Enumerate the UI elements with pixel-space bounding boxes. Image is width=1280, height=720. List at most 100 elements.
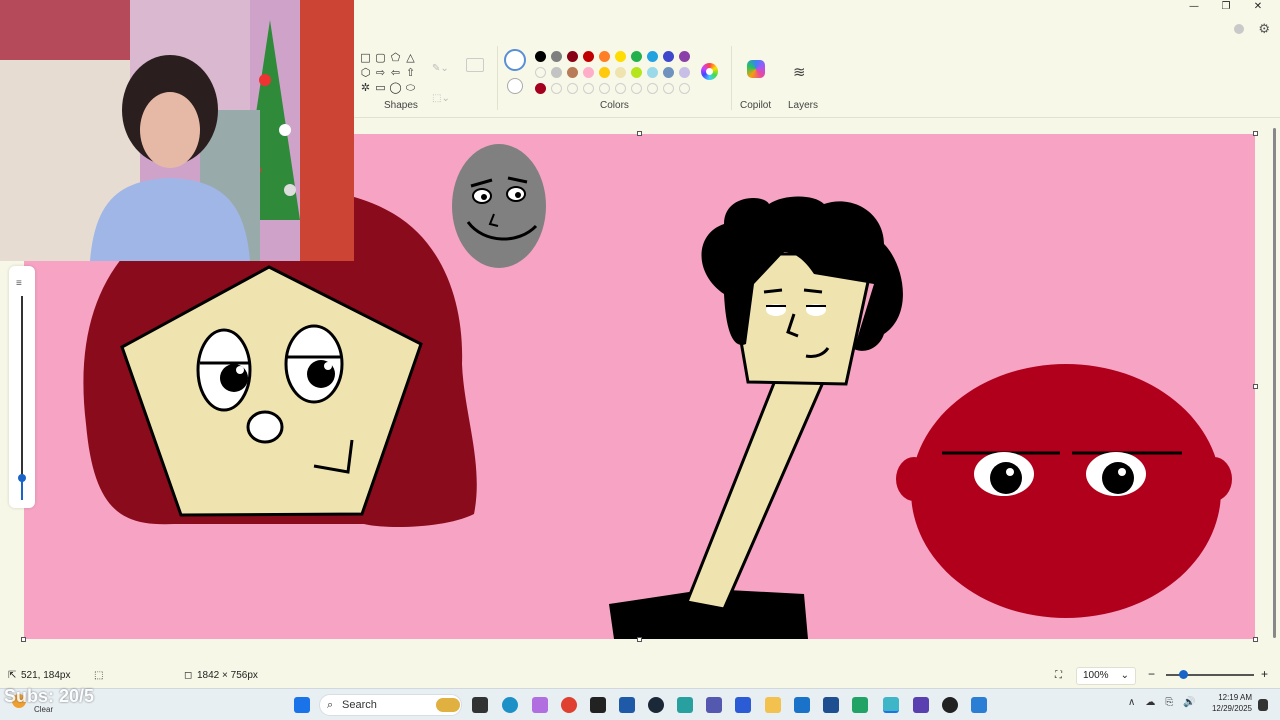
tray-icon[interactable]: ∧	[1128, 697, 1135, 708]
color-swatch[interactable]	[551, 51, 562, 62]
chrome-icon[interactable]	[561, 697, 577, 713]
copilot-icon[interactable]	[747, 60, 765, 78]
custom-color-slot[interactable]	[679, 83, 690, 94]
color-swatch[interactable]	[663, 51, 674, 62]
color-swatch[interactable]	[599, 51, 610, 62]
shape-option-icon[interactable]: □	[358, 50, 373, 65]
layers-icon[interactable]: ≋	[793, 63, 806, 81]
zoom-dropdown[interactable]: 100% ⌄	[1076, 667, 1136, 685]
shape-option-icon[interactable]: △	[403, 50, 418, 65]
custom-color-slot[interactable]	[631, 83, 642, 94]
tray-icon[interactable]: ⎘	[1165, 697, 1173, 708]
shape-outline-icon[interactable]: ✎⌄ ⬚⌄	[432, 54, 450, 114]
shape-option-icon[interactable]: ⇧	[403, 65, 418, 80]
excel-icon[interactable]	[852, 697, 868, 713]
color-swatch[interactable]	[551, 67, 562, 78]
shape-option-icon[interactable]: ✲	[358, 80, 373, 95]
secondary-color-swatch[interactable]	[507, 78, 523, 94]
color-swatch[interactable]	[615, 51, 626, 62]
resize-handle-top[interactable]	[637, 131, 642, 136]
mail-icon[interactable]	[794, 697, 810, 713]
resize-handle-bottom[interactable]	[637, 637, 642, 642]
shape-fill-icon[interactable]	[466, 58, 484, 72]
close-button[interactable]: ✕	[1242, 0, 1274, 14]
cursor-position: 521, 184px	[21, 670, 71, 681]
search-highlight-icon[interactable]	[436, 698, 460, 712]
shape-option-icon[interactable]: ▭	[373, 80, 388, 95]
vertical-scrollbar[interactable]	[1272, 118, 1278, 648]
color-swatch[interactable]	[615, 67, 626, 78]
color-swatch[interactable]	[535, 83, 546, 94]
custom-color-slot[interactable]	[551, 83, 562, 94]
task-view-icon[interactable]	[472, 697, 488, 713]
color-swatch[interactable]	[647, 67, 658, 78]
shape-option-icon[interactable]: ▢	[373, 50, 388, 65]
custom-color-slot[interactable]	[663, 83, 674, 94]
copilot-taskbar-icon[interactable]	[532, 697, 548, 713]
zoom-in-icon[interactable]: +	[1261, 667, 1268, 681]
custom-color-slot[interactable]	[615, 83, 626, 94]
fit-to-window-icon[interactable]: ⛶	[1055, 670, 1062, 681]
search-placeholder: Search	[342, 699, 377, 711]
tray-icon[interactable]: ☁	[1145, 697, 1155, 708]
settings-icon[interactable]: ⚙	[1258, 22, 1270, 37]
color-swatch[interactable]	[535, 51, 546, 62]
shape-option-icon[interactable]: ⬡	[358, 65, 373, 80]
resize-handle-top-right[interactable]	[1253, 131, 1258, 136]
zoom-out-icon[interactable]: −	[1148, 667, 1155, 681]
color-swatch[interactable]	[567, 51, 578, 62]
clock[interactable]: 12:19 AM 12/29/2025	[1208, 692, 1252, 714]
shape-option-icon[interactable]: ⬭	[403, 80, 418, 95]
primary-color-swatch[interactable]	[504, 49, 526, 71]
app-icon[interactable]	[619, 697, 635, 713]
resize-handle-right[interactable]	[1253, 384, 1258, 389]
color-swatch[interactable]	[647, 51, 658, 62]
shape-option-icon[interactable]: ◯	[388, 80, 403, 95]
layers-label: Layers	[788, 100, 819, 111]
restore-button[interactable]: ❐	[1210, 0, 1242, 14]
shape-option-icon[interactable]: ⬠	[388, 50, 403, 65]
account-avatar[interactable]	[1234, 24, 1244, 34]
shape-option-icon[interactable]: ⇦	[388, 65, 403, 80]
app-icon[interactable]	[913, 697, 929, 713]
minimize-button[interactable]: —	[1178, 0, 1210, 14]
app-icon[interactable]	[735, 697, 751, 713]
tray-icon[interactable]: 🔊	[1183, 697, 1195, 708]
color-swatch[interactable]	[631, 67, 642, 78]
resize-handle-bottom-left[interactable]	[21, 637, 26, 642]
steam-icon[interactable]	[648, 697, 664, 713]
color-swatch[interactable]	[583, 67, 594, 78]
custom-color-slot[interactable]	[647, 83, 658, 94]
custom-color-slot[interactable]	[535, 67, 546, 78]
brush-size-slider[interactable]: ≡	[9, 266, 35, 508]
epic-games-icon[interactable]	[590, 697, 606, 713]
color-swatch[interactable]	[663, 67, 674, 78]
edit-colors-icon[interactable]	[701, 63, 718, 80]
shape-option-icon[interactable]: ⇨	[373, 65, 388, 80]
color-swatch[interactable]	[679, 51, 690, 62]
zoom-slider-knob[interactable]	[1178, 670, 1188, 679]
file-explorer-icon[interactable]	[765, 697, 781, 713]
color-swatch[interactable]	[567, 67, 578, 78]
right-eye-shine	[324, 362, 332, 370]
app-icon[interactable]	[677, 697, 693, 713]
color-swatch[interactable]	[679, 67, 690, 78]
custom-color-slot[interactable]	[567, 83, 578, 94]
store-icon[interactable]	[823, 697, 839, 713]
app-icon[interactable]	[971, 697, 987, 713]
slider-knob[interactable]	[18, 474, 26, 482]
start-icon[interactable]	[294, 697, 310, 713]
paint-icon[interactable]	[883, 697, 899, 713]
color-swatch[interactable]	[583, 51, 594, 62]
custom-color-slot[interactable]	[599, 83, 610, 94]
edge-icon[interactable]	[502, 697, 518, 713]
custom-color-slot[interactable]	[583, 83, 594, 94]
notification-icon[interactable]	[1258, 699, 1268, 711]
teams-icon[interactable]	[706, 697, 722, 713]
obs-icon[interactable]	[942, 697, 958, 713]
color-swatch[interactable]	[631, 51, 642, 62]
scrollbar-thumb[interactable]	[1273, 128, 1276, 638]
webcam-overlay	[0, 0, 354, 261]
resize-handle-bottom-right[interactable]	[1253, 637, 1258, 642]
color-swatch[interactable]	[599, 67, 610, 78]
